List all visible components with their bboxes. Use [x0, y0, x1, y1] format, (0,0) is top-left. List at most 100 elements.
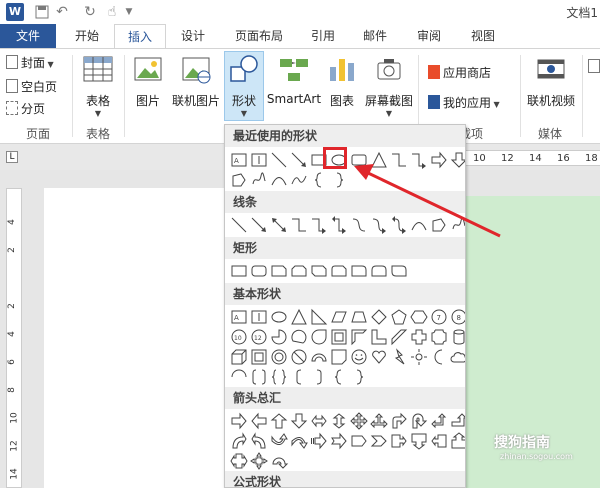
- decagon-shape[interactable]: 10: [229, 327, 249, 347]
- up-down-arrow-shape[interactable]: [329, 411, 349, 431]
- l-shape[interactable]: [369, 327, 389, 347]
- my-apps-button[interactable]: 我的应用 ▼: [428, 93, 500, 113]
- rounded-rectangle-shape[interactable]: [249, 261, 269, 281]
- triangle-shape[interactable]: [289, 307, 309, 327]
- triangle-shape[interactable]: [369, 150, 389, 170]
- save-icon[interactable]: [32, 3, 52, 21]
- tab-insert[interactable]: 插入: [114, 24, 166, 48]
- right-brace-shape[interactable]: [349, 367, 369, 387]
- donut-shape[interactable]: [269, 347, 289, 367]
- smiley-face-shape[interactable]: [349, 347, 369, 367]
- curved-double-arrow-shape[interactable]: [389, 215, 409, 235]
- online-video-button[interactable]: 联机视频: [524, 53, 578, 109]
- cube-shape[interactable]: [229, 347, 249, 367]
- can-shape[interactable]: [449, 327, 465, 347]
- flowchart-delay-shape[interactable]: [229, 170, 249, 190]
- quad-arrow-callout-shape[interactable]: [249, 451, 269, 471]
- vertical-text-box-shape[interactable]: [249, 150, 269, 170]
- folded-corner-shape[interactable]: [329, 347, 349, 367]
- scribble-shape[interactable]: [249, 170, 269, 190]
- bevel-shape[interactable]: [249, 347, 269, 367]
- snip-same-side-shape[interactable]: [289, 261, 309, 281]
- rounded-rectangle-shape[interactable]: [349, 150, 369, 170]
- right-brace-shape[interactable]: [329, 170, 349, 190]
- picture-button[interactable]: 图片: [130, 53, 166, 109]
- tab-selector[interactable]: L: [6, 151, 18, 163]
- right-arrow-shape[interactable]: [229, 411, 249, 431]
- document-page[interactable]: [44, 188, 224, 488]
- trapezoid-shape[interactable]: [349, 307, 369, 327]
- up-arrow-shape[interactable]: [269, 411, 289, 431]
- smartart-button[interactable]: SmartArt: [266, 53, 322, 106]
- page-break-button[interactable]: 分页: [6, 99, 45, 119]
- left-brace-shape[interactable]: [329, 367, 349, 387]
- striped-right-arrow-shape[interactable]: [309, 431, 329, 451]
- oval-shape[interactable]: [269, 307, 289, 327]
- half-frame-shape[interactable]: [349, 327, 369, 347]
- line-shape[interactable]: [269, 150, 289, 170]
- hexagon-shape[interactable]: [409, 307, 429, 327]
- tab-file[interactable]: 文件: [0, 24, 56, 48]
- scribble-shape[interactable]: [449, 215, 465, 235]
- tab-design[interactable]: 设计: [170, 24, 216, 48]
- curved-arrow-connector-shape[interactable]: [369, 215, 389, 235]
- moon-shape[interactable]: [429, 347, 449, 367]
- quad-arrow-shape[interactable]: [349, 411, 369, 431]
- pie-shape[interactable]: [269, 327, 289, 347]
- double-brace-shape[interactable]: [269, 367, 289, 387]
- tab-review[interactable]: 审阅: [406, 24, 452, 48]
- curved-right-arrow-shape[interactable]: [229, 431, 249, 451]
- online-picture-button[interactable]: 联机图片: [168, 53, 224, 109]
- snip-diagonal-shape[interactable]: [309, 261, 329, 281]
- left-arrow-shape[interactable]: [249, 411, 269, 431]
- curve-shape[interactable]: [409, 215, 429, 235]
- left-bracket-shape[interactable]: [289, 367, 309, 387]
- snip-single-corner-shape[interactable]: [269, 261, 289, 281]
- vertical-ruler[interactable]: 4 2 2 4 6 8 10 12 14: [6, 188, 22, 488]
- qat-dropdown-icon[interactable]: ▼: [122, 3, 136, 21]
- down-arrow-callout-shape[interactable]: [409, 431, 429, 451]
- elbow-connector-shape[interactable]: [289, 215, 309, 235]
- left-brace-shape[interactable]: [309, 170, 329, 190]
- touch-mode-icon[interactable]: ☝: [102, 3, 122, 21]
- no-symbol-shape[interactable]: [289, 347, 309, 367]
- cloud-shape[interactable]: [449, 347, 465, 367]
- redo-icon[interactable]: ↻: [80, 3, 100, 21]
- right-arrow-callout-shape[interactable]: [389, 431, 409, 451]
- diagonal-stripe-shape[interactable]: [389, 327, 409, 347]
- snip-round-corner-shape[interactable]: [329, 261, 349, 281]
- round-same-side-shape[interactable]: [369, 261, 389, 281]
- link-icon[interactable]: [588, 59, 600, 73]
- chart-button[interactable]: 图表: [324, 53, 360, 109]
- up-arrow-callout-shape[interactable]: [449, 431, 465, 451]
- rectangle-shape[interactable]: [229, 261, 249, 281]
- text-box-shape[interactable]: A: [229, 307, 249, 327]
- left-right-arrow-shape[interactable]: [309, 411, 329, 431]
- left-right-arrow-callout-shape[interactable]: [229, 451, 249, 471]
- diamond-shape[interactable]: [369, 307, 389, 327]
- curved-connector-shape[interactable]: [349, 215, 369, 235]
- left-up-arrow-shape[interactable]: [429, 411, 449, 431]
- circular-arrow-shape[interactable]: [269, 451, 289, 471]
- bent-arrow-shape[interactable]: [389, 411, 409, 431]
- frame-shape[interactable]: [329, 327, 349, 347]
- bent-up-arrow-shape[interactable]: [449, 411, 465, 431]
- line-shape[interactable]: [229, 215, 249, 235]
- pentagon-arrow-shape[interactable]: [349, 431, 369, 451]
- block-arc-shape[interactable]: [309, 347, 329, 367]
- text-box-shape[interactable]: A: [229, 150, 249, 170]
- right-bracket-shape[interactable]: [309, 367, 329, 387]
- blank-page-button[interactable]: 空白页: [6, 77, 57, 97]
- notched-right-arrow-shape[interactable]: [329, 431, 349, 451]
- plaque-shape[interactable]: [429, 327, 449, 347]
- elbow-double-arrow-shape[interactable]: [329, 215, 349, 235]
- heptagon-shape[interactable]: 7: [429, 307, 449, 327]
- freeform-curve-shape[interactable]: [289, 170, 309, 190]
- octagon-shape[interactable]: 8: [449, 307, 465, 327]
- cover-page-button[interactable]: 封面 ▼: [6, 53, 54, 73]
- curved-up-arrow-shape[interactable]: [269, 431, 289, 451]
- store-button[interactable]: 应用商店: [428, 63, 491, 83]
- chord-shape[interactable]: [289, 327, 309, 347]
- elbow-arrow-connector-shape[interactable]: [409, 150, 429, 170]
- curved-down-arrow-shape[interactable]: [289, 431, 309, 451]
